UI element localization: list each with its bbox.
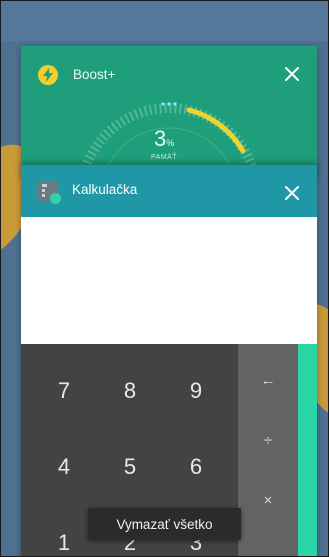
memory-percent: 3% bbox=[154, 126, 175, 151]
backspace-icon: ← bbox=[260, 372, 276, 389]
key-8: 8 bbox=[123, 378, 137, 403]
operators-column: ← ÷ × bbox=[238, 344, 298, 556]
recent-card-boost[interactable]: Boost+ 3% PAMÄŤ bbox=[21, 46, 317, 176]
clear-all-button[interactable]: Vymazať všetko bbox=[88, 508, 241, 540]
memory-label: PAMÄŤ bbox=[151, 154, 178, 161]
calculator-card-title: Kalkulačka bbox=[72, 182, 138, 197]
recent-card-calculator[interactable]: Kalkulačka 7 8 9 4 5 6 1 2 3 ← ÷ × bbox=[21, 165, 317, 556]
key-9: 9 bbox=[189, 378, 203, 403]
advanced-panel-edge bbox=[298, 344, 317, 556]
multiply-icon: × bbox=[263, 492, 273, 509]
close-calculator-card-icon[interactable] bbox=[281, 182, 303, 204]
calculator-card-header: Kalkulačka bbox=[21, 165, 317, 217]
recents-screen: Boost+ 3% PAMÄŤ Kalkulačka 7 8 9 4 5 6 1… bbox=[0, 0, 329, 557]
wallpaper-top bbox=[1, 1, 328, 41]
calculator-icon bbox=[38, 181, 61, 204]
calculator-display bbox=[21, 217, 317, 344]
key-6: 6 bbox=[189, 454, 203, 479]
boost-card-title: Boost+ bbox=[73, 67, 116, 82]
lightning-bolt-icon bbox=[38, 65, 58, 85]
divide-icon: ÷ bbox=[263, 432, 273, 449]
key-5: 5 bbox=[123, 454, 137, 479]
key-1: 1 bbox=[57, 530, 71, 555]
close-boost-card-icon[interactable] bbox=[281, 63, 303, 85]
key-4: 4 bbox=[57, 454, 71, 479]
key-7: 7 bbox=[57, 378, 71, 403]
